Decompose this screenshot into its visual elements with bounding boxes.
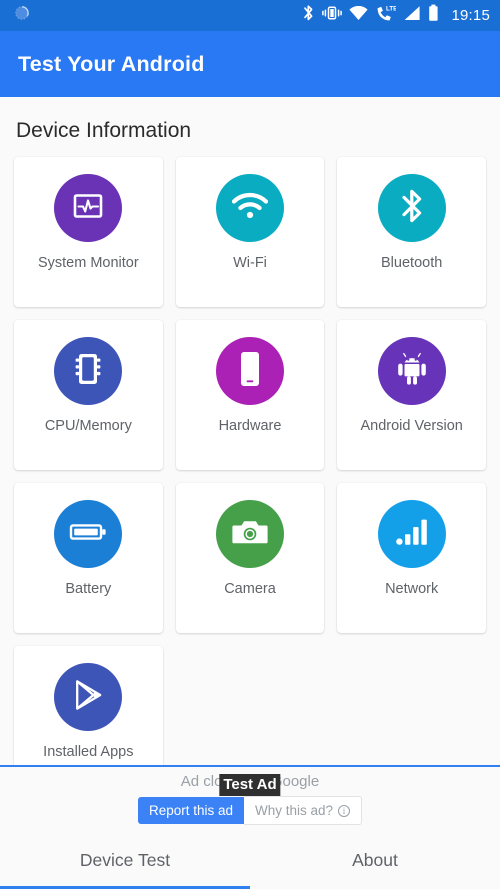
tab-label: About bbox=[352, 850, 398, 870]
smartphone-icon bbox=[237, 350, 263, 393]
lte-call-icon: LTE bbox=[375, 4, 398, 27]
report-this-ad-button[interactable]: Report this ad bbox=[137, 797, 244, 824]
card-android-version[interactable]: Android Version bbox=[337, 320, 486, 470]
memory-chip-icon-circle bbox=[54, 337, 123, 405]
app-bar: Test Your Android bbox=[0, 31, 500, 97]
wifi-icon bbox=[231, 191, 269, 226]
camera-icon bbox=[232, 517, 268, 552]
play-store-icon-circle bbox=[54, 663, 123, 731]
bluetooth-icon bbox=[302, 4, 315, 27]
status-clock: 19:15 bbox=[451, 7, 490, 24]
status-bar-left bbox=[14, 5, 30, 26]
signal-bars-icon-circle bbox=[377, 500, 446, 568]
card-hardware[interactable]: Hardware bbox=[175, 320, 325, 470]
signal-bars-icon bbox=[395, 517, 429, 552]
test-ad-badge: Test Ad bbox=[219, 774, 281, 796]
tab-label: Device Test bbox=[79, 850, 171, 870]
system-monitor-icon bbox=[71, 189, 105, 228]
card-label: Network bbox=[385, 581, 439, 597]
card-cpu-memory[interactable]: CPU/Memory bbox=[14, 320, 163, 470]
cellular-signal-icon bbox=[403, 5, 421, 27]
vibrate-icon bbox=[322, 4, 343, 27]
card-label: Camera bbox=[224, 581, 276, 597]
page-title: Test Your Android bbox=[18, 51, 205, 76]
card-system-monitor[interactable]: System Monitor bbox=[14, 157, 163, 307]
smartphone-icon-circle bbox=[215, 337, 284, 405]
android-robot-icon bbox=[394, 351, 430, 392]
device-information-grid: System Monitor Wi-Fi Bluetooth CPU/Memor… bbox=[14, 157, 486, 765]
bluetooth-icon bbox=[399, 188, 425, 229]
card-wifi[interactable]: Wi-Fi bbox=[175, 157, 325, 307]
wifi-icon-circle bbox=[215, 174, 284, 242]
tab-about[interactable]: About bbox=[250, 832, 500, 889]
main-content: Device Information System Monitor Wi-Fi … bbox=[0, 97, 500, 765]
status-bar-right: LTE 19:15 bbox=[302, 4, 490, 27]
card-label: CPU/Memory bbox=[44, 418, 132, 434]
play-store-icon bbox=[71, 678, 105, 717]
sync-progress-icon bbox=[14, 5, 30, 26]
card-label: Battery bbox=[65, 581, 112, 597]
memory-chip-icon bbox=[71, 351, 105, 392]
wifi-icon bbox=[349, 5, 369, 26]
info-icon: i bbox=[338, 804, 351, 817]
card-installed-apps[interactable]: Installed Apps bbox=[14, 646, 163, 765]
section-title: Device Information bbox=[16, 119, 192, 142]
bottom-tab-bar: Device Test About bbox=[0, 832, 500, 889]
ad-banner: Ad closed by Google Test Ad Report this … bbox=[0, 765, 500, 832]
card-label: Installed Apps bbox=[43, 744, 134, 760]
svg-text:LTE: LTE bbox=[386, 5, 396, 12]
tab-device-test[interactable]: Device Test bbox=[0, 832, 250, 889]
camera-icon-circle bbox=[215, 500, 284, 568]
bluetooth-icon-circle bbox=[377, 174, 446, 242]
card-battery[interactable]: Battery bbox=[14, 483, 163, 633]
battery-full-icon bbox=[428, 4, 439, 27]
ad-buttons: Report this ad Why this ad? i bbox=[137, 796, 363, 825]
system-monitor-icon-circle bbox=[54, 174, 123, 242]
why-this-ad-label: Why this ad? bbox=[255, 803, 334, 818]
battery-icon bbox=[69, 521, 107, 548]
card-label: Bluetooth bbox=[381, 255, 443, 271]
why-this-ad-button[interactable]: Why this ad? i bbox=[244, 796, 363, 825]
battery-icon-circle bbox=[54, 500, 123, 568]
app-root: LTE 19:15 Test Your Android Device Infor… bbox=[0, 0, 500, 889]
card-label: System Monitor bbox=[37, 255, 139, 271]
card-label: Android Version bbox=[360, 418, 463, 434]
card-network[interactable]: Network bbox=[337, 483, 486, 633]
card-label: Wi-Fi bbox=[233, 255, 267, 271]
android-robot-icon-circle bbox=[377, 337, 446, 405]
card-camera[interactable]: Camera bbox=[175, 483, 325, 633]
status-bar: LTE 19:15 bbox=[0, 0, 500, 31]
card-label: Hardware bbox=[218, 418, 282, 434]
card-bluetooth[interactable]: Bluetooth bbox=[337, 157, 486, 307]
